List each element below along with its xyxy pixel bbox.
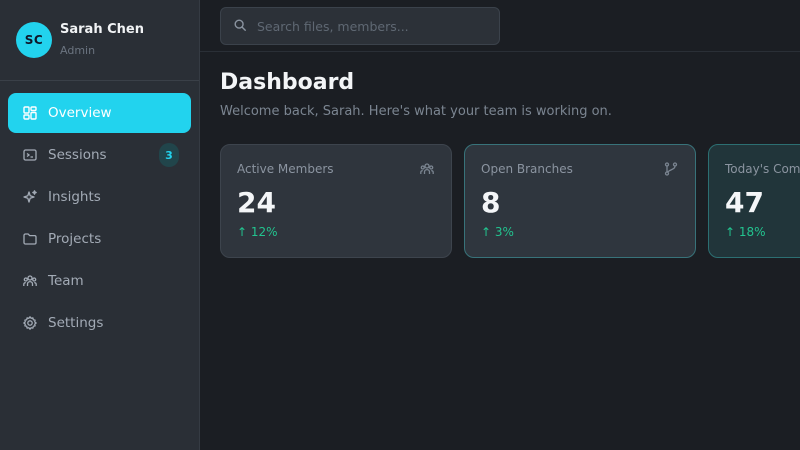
stat-card-active-members[interactable]: Active Members 24 ↑ 12% <box>220 144 452 258</box>
stat-delta: ↑ 3% <box>481 225 514 239</box>
sidebar-item-label: Sessions <box>48 147 107 163</box>
search-box[interactable] <box>220 7 500 45</box>
sidebar-item-overview[interactable]: Overview <box>8 93 191 133</box>
profile-text: Sarah Chen Admin <box>60 22 144 58</box>
terminal-icon <box>22 147 38 163</box>
sessions-count-badge: 3 <box>159 143 179 167</box>
stat-label: Open Branches <box>481 162 573 176</box>
sidebar-item-insights[interactable]: Insights <box>8 177 191 217</box>
stat-delta: ↑ 18% <box>725 225 766 239</box>
users-icon <box>22 273 38 289</box>
sidebar-item-settings[interactable]: Settings <box>8 303 191 343</box>
sidebar-item-projects[interactable]: Projects <box>8 219 191 259</box>
users-icon <box>419 161 435 177</box>
git-branch-icon <box>663 161 679 177</box>
sidebar-item-label: Overview <box>48 105 112 121</box>
sidebar-item-label: Settings <box>48 315 104 331</box>
sidebar-nav: Overview Sessions 3 Insights Projects Te… <box>0 81 199 343</box>
sidebar-item-label: Insights <box>48 189 101 205</box>
gear-icon <box>22 315 38 331</box>
sidebar-item-team[interactable]: Team <box>8 261 191 301</box>
stat-value: 8 <box>481 186 501 219</box>
user-profile[interactable]: SC Sarah Chen Admin <box>0 0 199 81</box>
top-bar <box>200 0 800 52</box>
stat-cards: Active Members 24 ↑ 12% Open Branches 8 … <box>220 144 800 260</box>
user-name: Sarah Chen <box>60 22 144 37</box>
sidebar-item-sessions[interactable]: Sessions 3 <box>8 135 191 175</box>
stat-label: Active Members <box>237 162 334 176</box>
search-icon <box>233 17 247 36</box>
search-input[interactable] <box>257 18 487 34</box>
folder-icon <box>22 231 38 247</box>
stat-delta: ↑ 12% <box>237 225 278 239</box>
stat-card-open-branches[interactable]: Open Branches 8 ↑ 3% <box>464 144 696 258</box>
stat-value: 24 <box>237 186 276 219</box>
user-role: Admin <box>60 44 96 57</box>
stat-value: 47 <box>725 186 764 219</box>
sidebar-item-label: Team <box>48 273 84 289</box>
sidebar-item-label: Projects <box>48 231 102 247</box>
stat-card-todays-commits[interactable]: Today's Commits 47 ↑ 18% <box>708 144 800 258</box>
avatar[interactable]: SC <box>16 22 52 58</box>
page-subtitle: Welcome back, Sarah. Here's what your te… <box>220 104 612 119</box>
sparkles-icon <box>22 189 38 205</box>
grid-icon <box>22 105 38 121</box>
stat-label: Today's Commits <box>725 162 800 176</box>
sidebar: SC Sarah Chen Admin Overview Sessions 3 … <box>0 0 200 450</box>
page-title: Dashboard <box>220 70 355 95</box>
